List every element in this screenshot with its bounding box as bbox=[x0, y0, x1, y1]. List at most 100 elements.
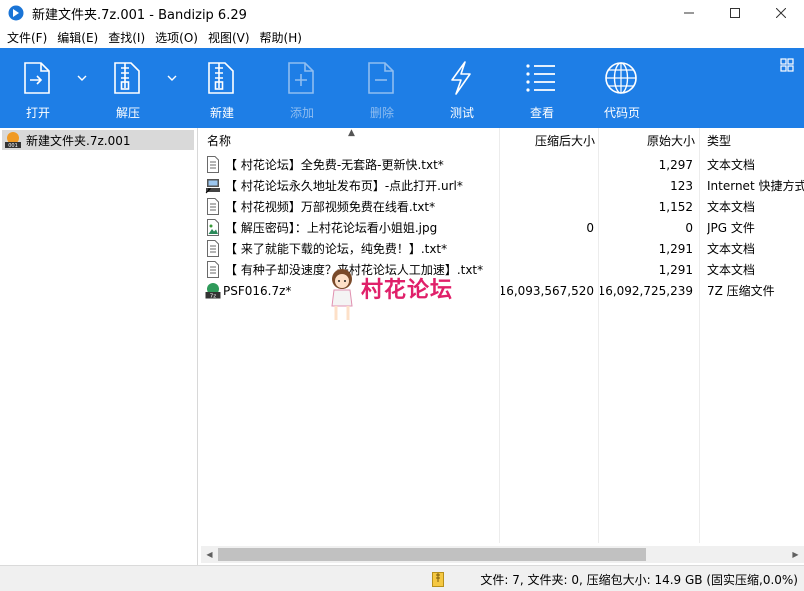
delete-file-icon bbox=[368, 62, 394, 94]
svg-text:001: 001 bbox=[8, 143, 18, 149]
delete-label: 删除 bbox=[369, 106, 394, 120]
file-name: 【 村花论坛】全免费-无套路-更新快.txt* bbox=[225, 158, 444, 172]
scrollbar-thumb[interactable] bbox=[218, 548, 646, 561]
cartoon-girl-icon bbox=[331, 269, 353, 320]
open-dropdown-chevron-icon[interactable] bbox=[75, 68, 89, 88]
file-original-size: 0 bbox=[685, 220, 693, 235]
archive-001-icon: 001 bbox=[5, 132, 21, 149]
file-name: 【 来了就能下载的论坛，纯免费！】.txt* bbox=[225, 242, 448, 256]
extract-label: 解压 bbox=[115, 106, 140, 120]
scroll-left-arrow-icon[interactable]: ◀ bbox=[201, 546, 218, 563]
file-packed-size: 16,093,567,520 bbox=[501, 283, 594, 298]
menu-bar: 文件(F) 编辑(E) 查找(I) 选项(O) 视图(V) 帮助(H) bbox=[0, 26, 804, 48]
file-original-size: 1,297 bbox=[658, 157, 693, 172]
horizontal-scrollbar[interactable]: ◀ ▶ bbox=[201, 546, 804, 563]
file-row[interactable]: 【 来了就能下载的论坛，纯免费！】.txt* 1,291 文本文档 bbox=[201, 238, 804, 259]
maximize-button[interactable] bbox=[712, 0, 758, 26]
watermark-logo: 村花论坛 bbox=[326, 266, 486, 324]
extract-button[interactable]: 解压 bbox=[90, 48, 166, 128]
text-file-icon bbox=[207, 240, 219, 257]
file-row[interactable]: 7z PSF016.7z* 16,093,567,520 16,092,725,… bbox=[201, 280, 804, 301]
file-name: 【 村花论坛永久地址发布页】-点此打开.url* bbox=[225, 179, 463, 193]
file-packed-size bbox=[501, 175, 594, 196]
column-header-original[interactable]: 原始大小 bbox=[600, 128, 695, 152]
file-type: 文本文档 bbox=[707, 242, 756, 256]
window-title: 新建文件夹.7z.001 - Bandizip 6.29 bbox=[32, 7, 247, 23]
status-bar: 文件: 7, 文件夹: 0, 压缩包大小: 14.9 GB (固实压缩,0.0%… bbox=[0, 565, 804, 591]
file-row[interactable]: 【 解压密码】：上村花论坛看小姐姐.jpg 0 0 JPG 文件 bbox=[201, 217, 804, 238]
file-type: 文本文档 bbox=[707, 158, 756, 172]
add-label: 添加 bbox=[289, 106, 314, 120]
file-packed-size: 0 bbox=[586, 220, 594, 235]
add-file-icon bbox=[288, 62, 314, 94]
file-type: 7Z 压缩文件 bbox=[707, 284, 775, 298]
open-label: 打开 bbox=[25, 106, 50, 120]
file-name: 【 村花视频】万部视频免费在线看.txt* bbox=[225, 200, 436, 214]
archive-status-icon bbox=[432, 572, 444, 587]
file-original-size: 1,152 bbox=[658, 199, 693, 214]
watermark-text: 村花论坛 bbox=[361, 278, 454, 303]
minimize-icon bbox=[684, 12, 694, 14]
scroll-right-arrow-icon[interactable]: ▶ bbox=[787, 546, 804, 563]
close-button[interactable] bbox=[758, 0, 804, 26]
file-type: 文本文档 bbox=[707, 263, 756, 277]
menu-help[interactable]: 帮助(H) bbox=[255, 29, 307, 46]
maximize-icon bbox=[730, 8, 740, 18]
column-header-packed[interactable]: 压缩后大小 bbox=[501, 128, 595, 152]
7z-archive-icon: 7z bbox=[205, 283, 221, 299]
add-button[interactable]: 添加 bbox=[264, 48, 340, 128]
title-bar: 新建文件夹.7z.001 - Bandizip 6.29 bbox=[0, 0, 804, 26]
lightning-test-icon bbox=[451, 61, 471, 95]
menu-view[interactable]: 视图(V) bbox=[203, 29, 255, 46]
codepage-label: 代码页 bbox=[603, 106, 640, 120]
file-type: 文本文档 bbox=[707, 200, 756, 214]
bandizip-app-icon bbox=[8, 5, 24, 21]
menu-file[interactable]: 文件(F) bbox=[2, 29, 52, 46]
delete-button[interactable]: 删除 bbox=[344, 48, 420, 128]
file-row[interactable]: 【 村花论坛永久地址发布页】-点此打开.url* 123 Internet 快捷… bbox=[201, 175, 804, 196]
new-label: 新建 bbox=[209, 106, 234, 120]
file-packed-size bbox=[501, 196, 594, 217]
file-original-size: 1,291 bbox=[658, 241, 693, 256]
new-button[interactable]: 新建 bbox=[184, 48, 260, 128]
image-file-icon bbox=[207, 219, 219, 236]
file-type: JPG 文件 bbox=[707, 221, 755, 235]
file-row[interactable]: 【 村花视频】万部视频免费在线看.txt* 1,152 文本文档 bbox=[201, 196, 804, 217]
globe-codepage-icon bbox=[605, 62, 637, 94]
column-header-type[interactable]: 类型 bbox=[707, 128, 802, 152]
view-list-icon bbox=[526, 64, 555, 92]
menu-edit[interactable]: 编辑(E) bbox=[52, 29, 103, 46]
url-shortcut-icon bbox=[205, 179, 220, 194]
codepage-button[interactable]: 代码页 bbox=[584, 48, 660, 128]
test-button[interactable]: 测试 bbox=[424, 48, 500, 128]
minimize-button[interactable] bbox=[666, 0, 712, 26]
folder-tree-pane: 001 新建文件夹.7z.001 bbox=[0, 128, 198, 565]
text-file-icon bbox=[207, 156, 219, 173]
test-label: 测试 bbox=[449, 106, 474, 120]
file-list-pane: ▲ 名称 压缩后大小 原始大小 类型 【 村花论坛】全免费-无套路-更新快.tx… bbox=[201, 128, 804, 565]
toolbar: 打开 解压 新建 添加 删除 测试 查看 代码页 bbox=[0, 48, 804, 128]
file-type: Internet 快捷方式 bbox=[707, 179, 804, 193]
view-button[interactable]: 查看 bbox=[504, 48, 580, 128]
text-file-icon bbox=[207, 261, 219, 278]
menu-find[interactable]: 查找(I) bbox=[103, 29, 150, 46]
open-button[interactable]: 打开 bbox=[0, 48, 76, 128]
status-text: 文件: 7, 文件夹: 0, 压缩包大小: 14.9 GB (固实压缩,0.0%… bbox=[480, 572, 798, 587]
open-file-icon bbox=[24, 62, 50, 94]
text-file-icon bbox=[207, 198, 219, 215]
view-label: 查看 bbox=[529, 106, 554, 120]
new-archive-icon bbox=[208, 62, 234, 94]
extract-zip-icon bbox=[114, 62, 140, 94]
menu-options[interactable]: 选项(O) bbox=[150, 29, 203, 46]
layout-grid-icon[interactable] bbox=[780, 58, 794, 72]
extract-dropdown-chevron-icon[interactable] bbox=[165, 68, 179, 88]
file-row[interactable]: 【 有种子却没速度？来村花论坛人工加速】.txt* 1,291 文本文档 bbox=[201, 259, 804, 280]
file-name: 【 解压密码】：上村花论坛看小姐姐.jpg bbox=[225, 221, 438, 235]
column-header-name[interactable]: 名称 bbox=[207, 128, 487, 152]
tree-item-archive[interactable]: 001 新建文件夹.7z.001 bbox=[2, 130, 194, 150]
file-packed-size bbox=[501, 238, 594, 259]
file-packed-size bbox=[501, 154, 594, 175]
tree-item-label: 新建文件夹.7z.001 bbox=[26, 133, 131, 148]
file-row[interactable]: 【 村花论坛】全免费-无套路-更新快.txt* 1,297 文本文档 bbox=[201, 154, 804, 175]
file-original-size: 1,291 bbox=[658, 262, 693, 277]
